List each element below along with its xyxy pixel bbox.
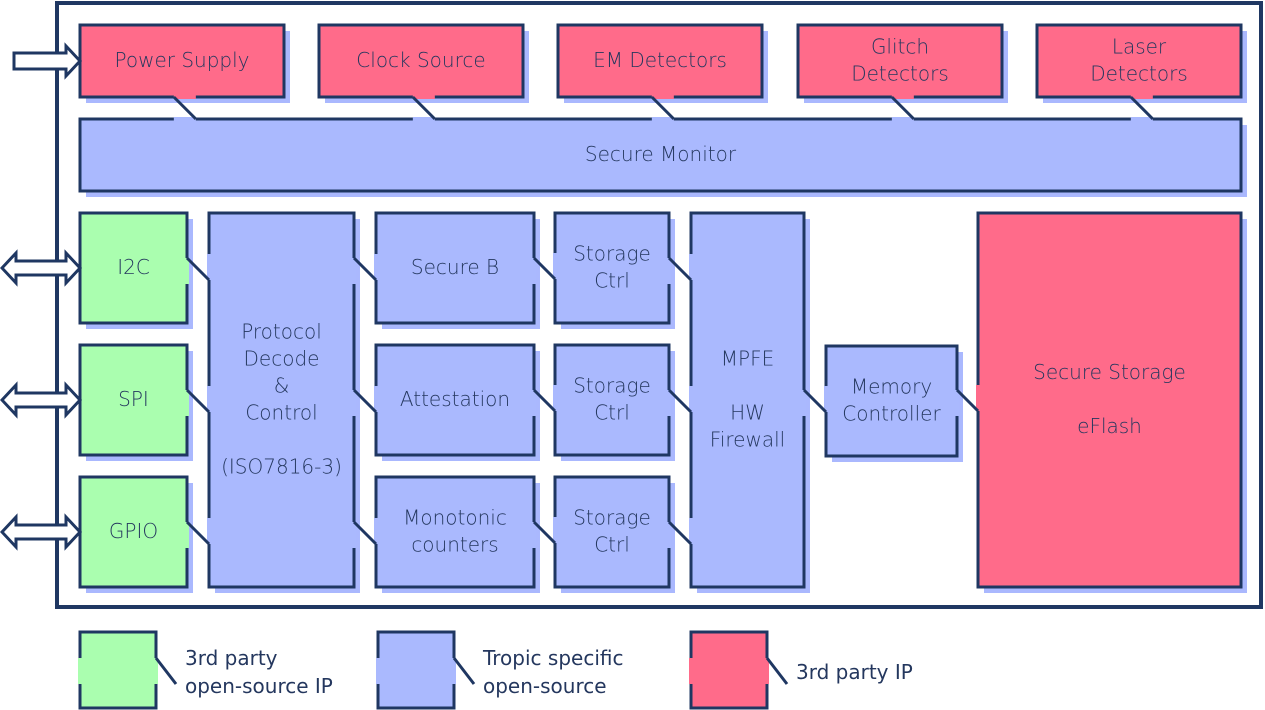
- gpio-block[interactable]: GPIO: [78, 475, 189, 589]
- mpfe-label: Firewall: [710, 427, 785, 451]
- storage-ctrl-3-block[interactable]: Storage Ctrl: [553, 475, 671, 589]
- protocol-decode-label: Control: [245, 400, 317, 424]
- legend-swatch: [689, 630, 769, 710]
- storage-ctrl-1-label: Storage: [573, 241, 651, 265]
- legend-item-third-party-ip: 3rd party IP: [689, 630, 913, 710]
- attestation-block[interactable]: Attestation: [374, 343, 536, 457]
- mpfe-label: MPFE: [721, 346, 774, 370]
- legend-label: open-source: [483, 674, 607, 698]
- protocol-decode-block[interactable]: Protocol Decode & Control (ISO7816-3): [207, 211, 356, 589]
- secure-storage-block[interactable]: Secure Storage eFlash: [976, 211, 1243, 589]
- legend-swatch: [376, 630, 456, 710]
- protocol-decode-label: Decode: [244, 346, 320, 370]
- gpio-label: GPIO: [109, 519, 158, 543]
- monotonic-counters-block[interactable]: Monotonic counters: [374, 475, 536, 589]
- protocol-decode-label: &: [274, 373, 290, 397]
- monotonic-counters-label: Monotonic: [403, 505, 507, 529]
- tropic-block-diagram: Power Supply Clock Source EM Detectors Glit…: [0, 1, 1263, 710]
- legend-swatch: [78, 630, 158, 710]
- secure-storage-label: eFlash: [1077, 414, 1142, 438]
- secure-b-label: Secure B: [411, 255, 499, 279]
- glitch-detectors-label: Detectors: [851, 61, 949, 85]
- clock-source-block[interactable]: Clock Source: [317, 23, 525, 99]
- legend-item-third-party-open-source: 3rd party open-source IP: [78, 630, 333, 710]
- storage-ctrl-3-label: Storage: [573, 505, 651, 529]
- storage-ctrl-2-label: Ctrl: [594, 400, 630, 424]
- legend-item-tropic-specific: Tropic specific open-source: [376, 630, 623, 710]
- clock-source-label: Clock Source: [356, 48, 485, 72]
- glitch-detectors-block[interactable]: Glitch Detectors: [796, 23, 1004, 99]
- attestation-label: Attestation: [400, 387, 510, 411]
- memory-controller-label: Controller: [842, 401, 941, 425]
- mpfe-label: HW: [730, 400, 765, 424]
- i2c-block[interactable]: I2C: [78, 211, 189, 325]
- mpfe-block[interactable]: MPFE HW Firewall: [689, 211, 806, 589]
- spi-label: SPI: [118, 387, 149, 411]
- protocol-decode-label: (ISO7816-3): [221, 454, 342, 478]
- legend-label: 3rd party: [185, 646, 278, 670]
- laser-detectors-label: Laser: [1112, 34, 1167, 58]
- legend-label: 3rd party IP: [796, 660, 913, 684]
- i2c-label: I2C: [117, 255, 150, 279]
- power-supply-label: Power Supply: [115, 48, 250, 72]
- secure-storage-label: Secure Storage: [1033, 360, 1186, 384]
- secure-b-block[interactable]: Secure B: [374, 211, 536, 325]
- storage-ctrl-3-label: Ctrl: [594, 532, 630, 556]
- storage-ctrl-2-block[interactable]: Storage Ctrl: [553, 343, 671, 457]
- glitch-detectors-label: Glitch: [871, 34, 929, 58]
- secure-monitor-label: Secure Monitor: [585, 142, 737, 166]
- power-supply-input-arrow-icon: [12, 42, 83, 80]
- storage-ctrl-1-label: Ctrl: [594, 268, 630, 292]
- legend-label: open-source IP: [185, 674, 333, 698]
- legend-label: Tropic specific: [482, 646, 623, 670]
- memory-controller-label: Memory: [851, 374, 932, 398]
- laser-detectors-block[interactable]: Laser Detectors: [1035, 23, 1243, 99]
- storage-ctrl-2-label: Storage: [573, 373, 651, 397]
- em-detectors-label: EM Detectors: [593, 48, 727, 72]
- gpio-bidirectional-arrow-icon: [0, 513, 83, 551]
- protocol-decode-label: Protocol: [241, 319, 322, 343]
- em-detectors-block[interactable]: EM Detectors: [556, 23, 764, 99]
- i2c-bidirectional-arrow-icon: [0, 249, 83, 287]
- memory-controller-block[interactable]: Memory Controller: [824, 344, 959, 458]
- laser-detectors-label: Detectors: [1090, 61, 1188, 85]
- storage-ctrl-1-block[interactable]: Storage Ctrl: [553, 211, 671, 325]
- spi-bidirectional-arrow-icon: [0, 381, 83, 419]
- spi-block[interactable]: SPI: [78, 343, 189, 457]
- monotonic-counters-label: counters: [411, 532, 498, 556]
- power-supply-block[interactable]: Power Supply: [78, 23, 286, 99]
- secure-monitor-block[interactable]: Secure Monitor: [78, 117, 1243, 193]
